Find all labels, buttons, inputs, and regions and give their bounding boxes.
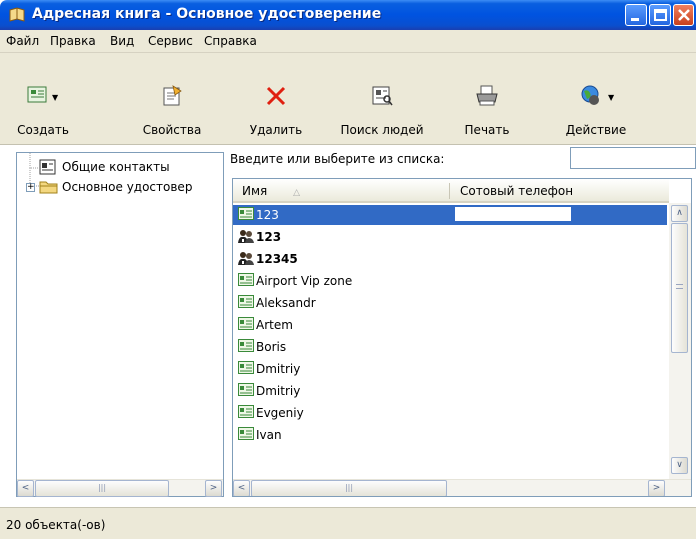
contact-card-icon [238,207,254,224]
tree-horizontal-scrollbar[interactable]: < ||| > [17,479,223,497]
menu-edit[interactable]: Правка [50,34,96,48]
scroll-right-button[interactable]: > [648,480,665,496]
list-horizontal-scrollbar[interactable]: < ||| > [233,479,691,496]
contact-list[interactable]: Имя △ Сотовый телефон 123 123 12345 Airport… [232,178,692,497]
search-label: Введите или выберите из списка: [230,152,445,166]
contact-row[interactable]: Evgeniy [233,403,667,423]
status-text: 20 объекта(-ов) [6,518,106,532]
print-icon [476,85,498,106]
scroll-down-button[interactable]: ∨ [671,457,688,474]
contact-row[interactable]: 12345 [233,249,667,269]
contact-name: 12345 [256,252,298,266]
contact-name: Artem [256,318,293,332]
contact-name: Aleksandr [256,296,316,310]
search-input[interactable] [570,147,696,169]
column-label: Сотовый телефон [460,184,574,198]
action-label: Действие [565,123,627,137]
contact-card-icon [238,383,254,400]
contact-row[interactable]: Dmitriy [233,381,667,401]
sort-arrow-icon: △ [293,188,300,198]
menu-tools[interactable]: Сервис [148,34,193,48]
delete-icon [266,86,286,106]
scroll-thumb[interactable] [671,223,688,353]
group-icon [238,251,254,269]
scroll-left-button[interactable]: < [233,480,250,496]
tree-item-label: Общие контакты [62,160,170,174]
action-button[interactable]: ▼ Действие [556,57,636,141]
maximize-icon [654,9,667,21]
tree-item-label: Основное удостовер [62,180,193,194]
window-title: Адресная книга - Основное удостоверение [32,6,382,22]
find-people-label: Поиск людей [340,123,424,137]
scroll-left-button[interactable]: < [17,480,34,497]
contact-card-icon [238,405,254,422]
folder-tree[interactable]: Общие контакты + Основное удостовер < ||… [16,152,224,497]
column-separator[interactable] [449,183,450,199]
minimize-button[interactable] [625,4,647,26]
contact-name: 123 [256,230,282,244]
expand-icon[interactable]: + [26,183,35,192]
contact-name: Evgeniy [256,406,304,420]
properties-button[interactable]: Свойства [134,57,210,141]
contact-card-icon [238,317,254,334]
contact-row[interactable]: Aleksandr [233,293,667,313]
address-book-icon [9,7,25,22]
maximize-button[interactable] [649,4,671,26]
contact-row[interactable]: Dmitriy [233,359,667,379]
scroll-thumb[interactable]: ||| [251,480,447,496]
scroll-up-button[interactable]: ∧ [671,205,688,222]
group-icon [238,229,254,247]
close-icon [678,9,690,21]
list-vertical-scrollbar[interactable]: ∧ ∨ [669,203,691,479]
contact-row[interactable]: 123 [233,205,667,225]
status-bar: 20 объекта(-ов) [0,507,696,539]
close-button[interactable] [673,4,694,26]
contact-row[interactable]: 123 [233,227,667,247]
delete-button[interactable]: Удалить [238,57,314,141]
find-people-icon [372,86,393,106]
delete-label: Удалить [249,123,303,137]
minimize-icon [631,18,639,21]
contact-card-icon [238,427,254,444]
column-label: Имя [242,184,268,198]
contact-card-icon [238,361,254,378]
new-button[interactable]: ▼ Создать [12,57,74,141]
contact-row[interactable]: Airport Vip zone [233,271,667,291]
contact-name: Airport Vip zone [256,274,353,288]
contact-row[interactable]: Boris [233,337,667,357]
toolbar: ▼ Создать Свойства Удалить Поиск людей П… [0,53,696,145]
scroll-thumb[interactable]: ||| [35,480,169,497]
contact-name: Boris [256,340,287,354]
menu-help[interactable]: Справка [204,34,257,48]
contact-card-icon [238,339,254,356]
action-dropdown-arrow[interactable]: ▼ [608,93,614,102]
find-people-button[interactable]: Поиск людей [332,57,432,141]
contacts-folder-icon [39,159,56,175]
print-button[interactable]: Печать [452,57,522,141]
contact-name: Ivan [256,428,282,442]
column-header-name[interactable]: Имя △ [233,179,451,203]
new-contact-icon [27,86,47,103]
contact-name: Dmitriy [256,384,301,398]
folder-icon [39,181,58,194]
contact-card-icon [238,295,254,312]
properties-icon [163,85,182,106]
contact-row[interactable]: Artem [233,315,667,335]
properties-label: Свойства [142,123,202,137]
contact-card-icon [238,273,254,290]
contact-row[interactable]: Ivan [233,425,667,445]
column-header-mobile[interactable]: Сотовый телефон [451,179,669,203]
menu-file[interactable]: Файл [6,34,39,48]
menu-view[interactable]: Вид [110,34,134,48]
title-bar[interactable]: Адресная книга - Основное удостоверение [0,0,696,30]
contact-name: 123 [256,208,279,222]
contact-name: Dmitriy [256,362,301,376]
print-label: Печать [464,123,510,137]
scroll-right-button[interactable]: > [205,480,222,497]
new-label: Создать [17,123,69,137]
new-dropdown-arrow[interactable]: ▼ [52,93,58,102]
menu-bar: Файл Правка Вид Сервис Справка [0,30,696,53]
mobile-phone-cell [455,207,571,221]
action-icon [581,85,599,105]
